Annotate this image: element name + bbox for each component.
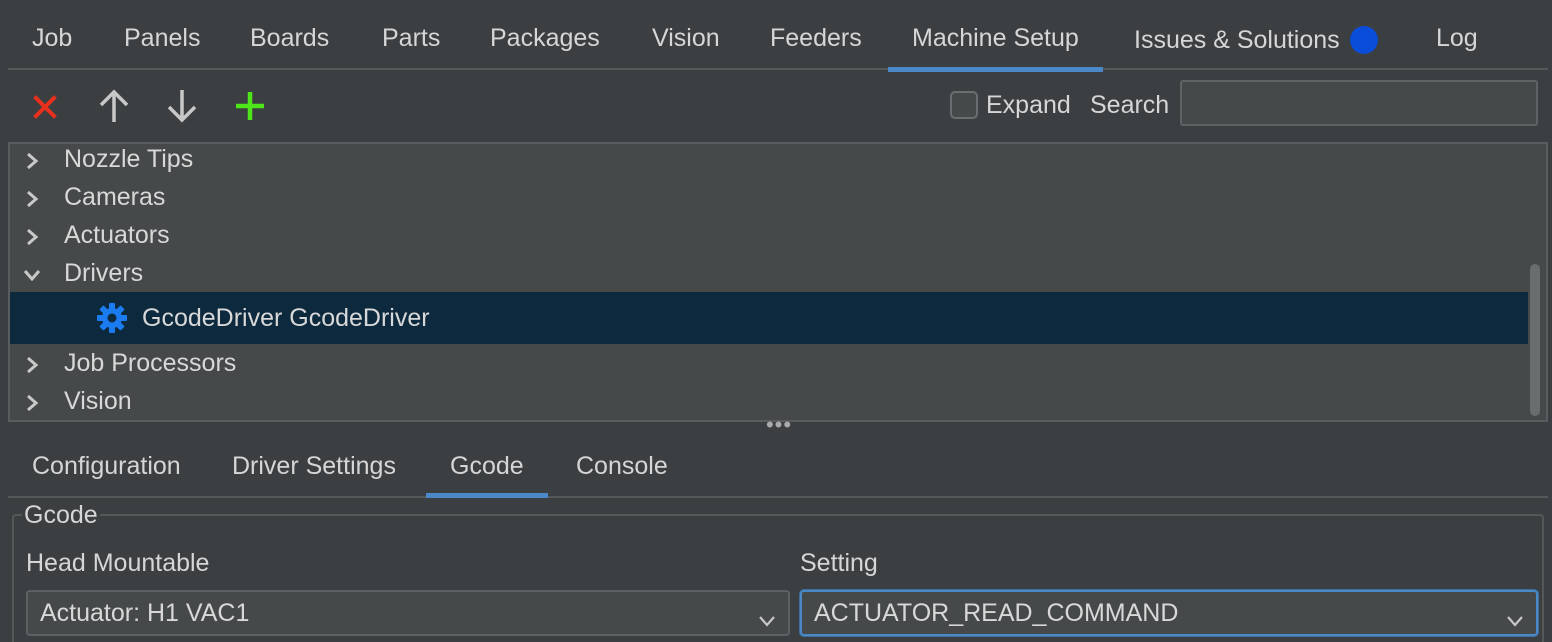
tab-parts[interactable]: Parts bbox=[382, 0, 440, 70]
chevron-down-icon bbox=[756, 603, 778, 627]
chevron-right-icon[interactable] bbox=[22, 225, 42, 246]
setting-value: ACTUATOR_READ_COMMAND bbox=[814, 599, 1179, 627]
setting-label: Setting bbox=[800, 549, 878, 577]
chevron-right-icon[interactable] bbox=[22, 353, 42, 374]
tab-issues-solutions[interactable]: Issues & Solutions bbox=[1134, 0, 1378, 70]
tab-vision[interactable]: Vision bbox=[652, 0, 720, 70]
head-mountable-label: Head Mountable bbox=[26, 549, 210, 577]
chevron-down-icon bbox=[1504, 603, 1526, 627]
tree-node-cameras[interactable]: Cameras bbox=[10, 178, 1528, 216]
chevron-right-icon[interactable] bbox=[22, 391, 42, 412]
tab-log[interactable]: Log bbox=[1436, 0, 1478, 70]
tree-node-actuators[interactable]: Actuators bbox=[10, 216, 1528, 254]
head-mountable-select[interactable]: Actuator: H1 VAC1 bbox=[26, 590, 790, 636]
tree-node-job-processors[interactable]: Job Processors bbox=[10, 344, 1528, 382]
arrow-up-icon bbox=[99, 89, 129, 122]
tree-node-label: Drivers bbox=[64, 258, 144, 287]
gear-icon bbox=[96, 302, 128, 334]
gcode-group-title: Gcode bbox=[22, 500, 100, 530]
toolbar: Expand Search bbox=[8, 72, 1548, 140]
head-mountable-value: Actuator: H1 VAC1 bbox=[40, 599, 250, 627]
chevron-down-icon[interactable] bbox=[22, 263, 42, 283]
tree-node-label: Job Processors bbox=[64, 348, 237, 377]
tab-machine-setup[interactable]: Machine Setup bbox=[888, 0, 1103, 72]
chevron-right-icon[interactable] bbox=[22, 187, 42, 208]
tab-console[interactable]: Console bbox=[576, 436, 668, 496]
setting-select[interactable]: ACTUATOR_READ_COMMAND bbox=[800, 590, 1538, 636]
tab-feeders[interactable]: Feeders bbox=[770, 0, 862, 70]
chevron-right-icon[interactable] bbox=[22, 149, 42, 170]
tree-node-label: Actuators bbox=[64, 220, 170, 249]
tab-boards[interactable]: Boards bbox=[250, 0, 329, 70]
expand-checkbox[interactable] bbox=[950, 91, 978, 119]
expand-toggle[interactable]: Expand bbox=[950, 88, 1071, 122]
arrow-down-icon bbox=[167, 90, 197, 123]
tree-node-gcode-driver[interactable]: GcodeDriver GcodeDriver bbox=[10, 292, 1528, 344]
delete-button[interactable] bbox=[26, 86, 66, 126]
move-up-button[interactable] bbox=[94, 86, 134, 126]
split-pane-divider[interactable]: ••• bbox=[764, 414, 794, 436]
tree-node-drivers[interactable]: Drivers bbox=[10, 254, 1528, 292]
issues-badge-dot bbox=[1349, 26, 1378, 54]
tab-panels[interactable]: Panels bbox=[124, 0, 200, 70]
tree-node-nozzle-tips[interactable]: Nozzle Tips bbox=[10, 144, 1528, 178]
expand-label: Expand bbox=[986, 90, 1071, 119]
search-label: Search bbox=[1090, 91, 1170, 119]
tab-configuration[interactable]: Configuration bbox=[32, 436, 181, 496]
close-icon bbox=[33, 95, 57, 119]
add-button[interactable] bbox=[230, 86, 270, 126]
tree-node-label: Nozzle Tips bbox=[64, 144, 194, 173]
tree-node-label: Cameras bbox=[64, 182, 166, 211]
tab-packages[interactable]: Packages bbox=[490, 0, 600, 70]
move-down-button[interactable] bbox=[162, 86, 202, 126]
tab-issues-solutions-label: Issues & Solutions bbox=[1134, 26, 1340, 54]
tab-gcode[interactable]: Gcode bbox=[426, 436, 548, 498]
tree-scrollbar-thumb[interactable] bbox=[1530, 264, 1540, 416]
search-input[interactable] bbox=[1180, 80, 1538, 126]
main-tab-bar: Job Panels Boards Parts Packages Vision … bbox=[8, 0, 1548, 72]
machine-setup-tree[interactable]: Nozzle Tips Cameras Actuators Drivers Gc… bbox=[8, 142, 1548, 422]
tab-driver-settings[interactable]: Driver Settings bbox=[232, 436, 396, 496]
tab-job[interactable]: Job bbox=[32, 0, 72, 70]
tree-node-label: Vision bbox=[64, 386, 132, 415]
driver-tab-bar: Configuration Driver Settings Gcode Cons… bbox=[8, 436, 1548, 498]
plus-icon bbox=[236, 92, 264, 120]
tree-node-label: GcodeDriver GcodeDriver bbox=[142, 303, 430, 332]
